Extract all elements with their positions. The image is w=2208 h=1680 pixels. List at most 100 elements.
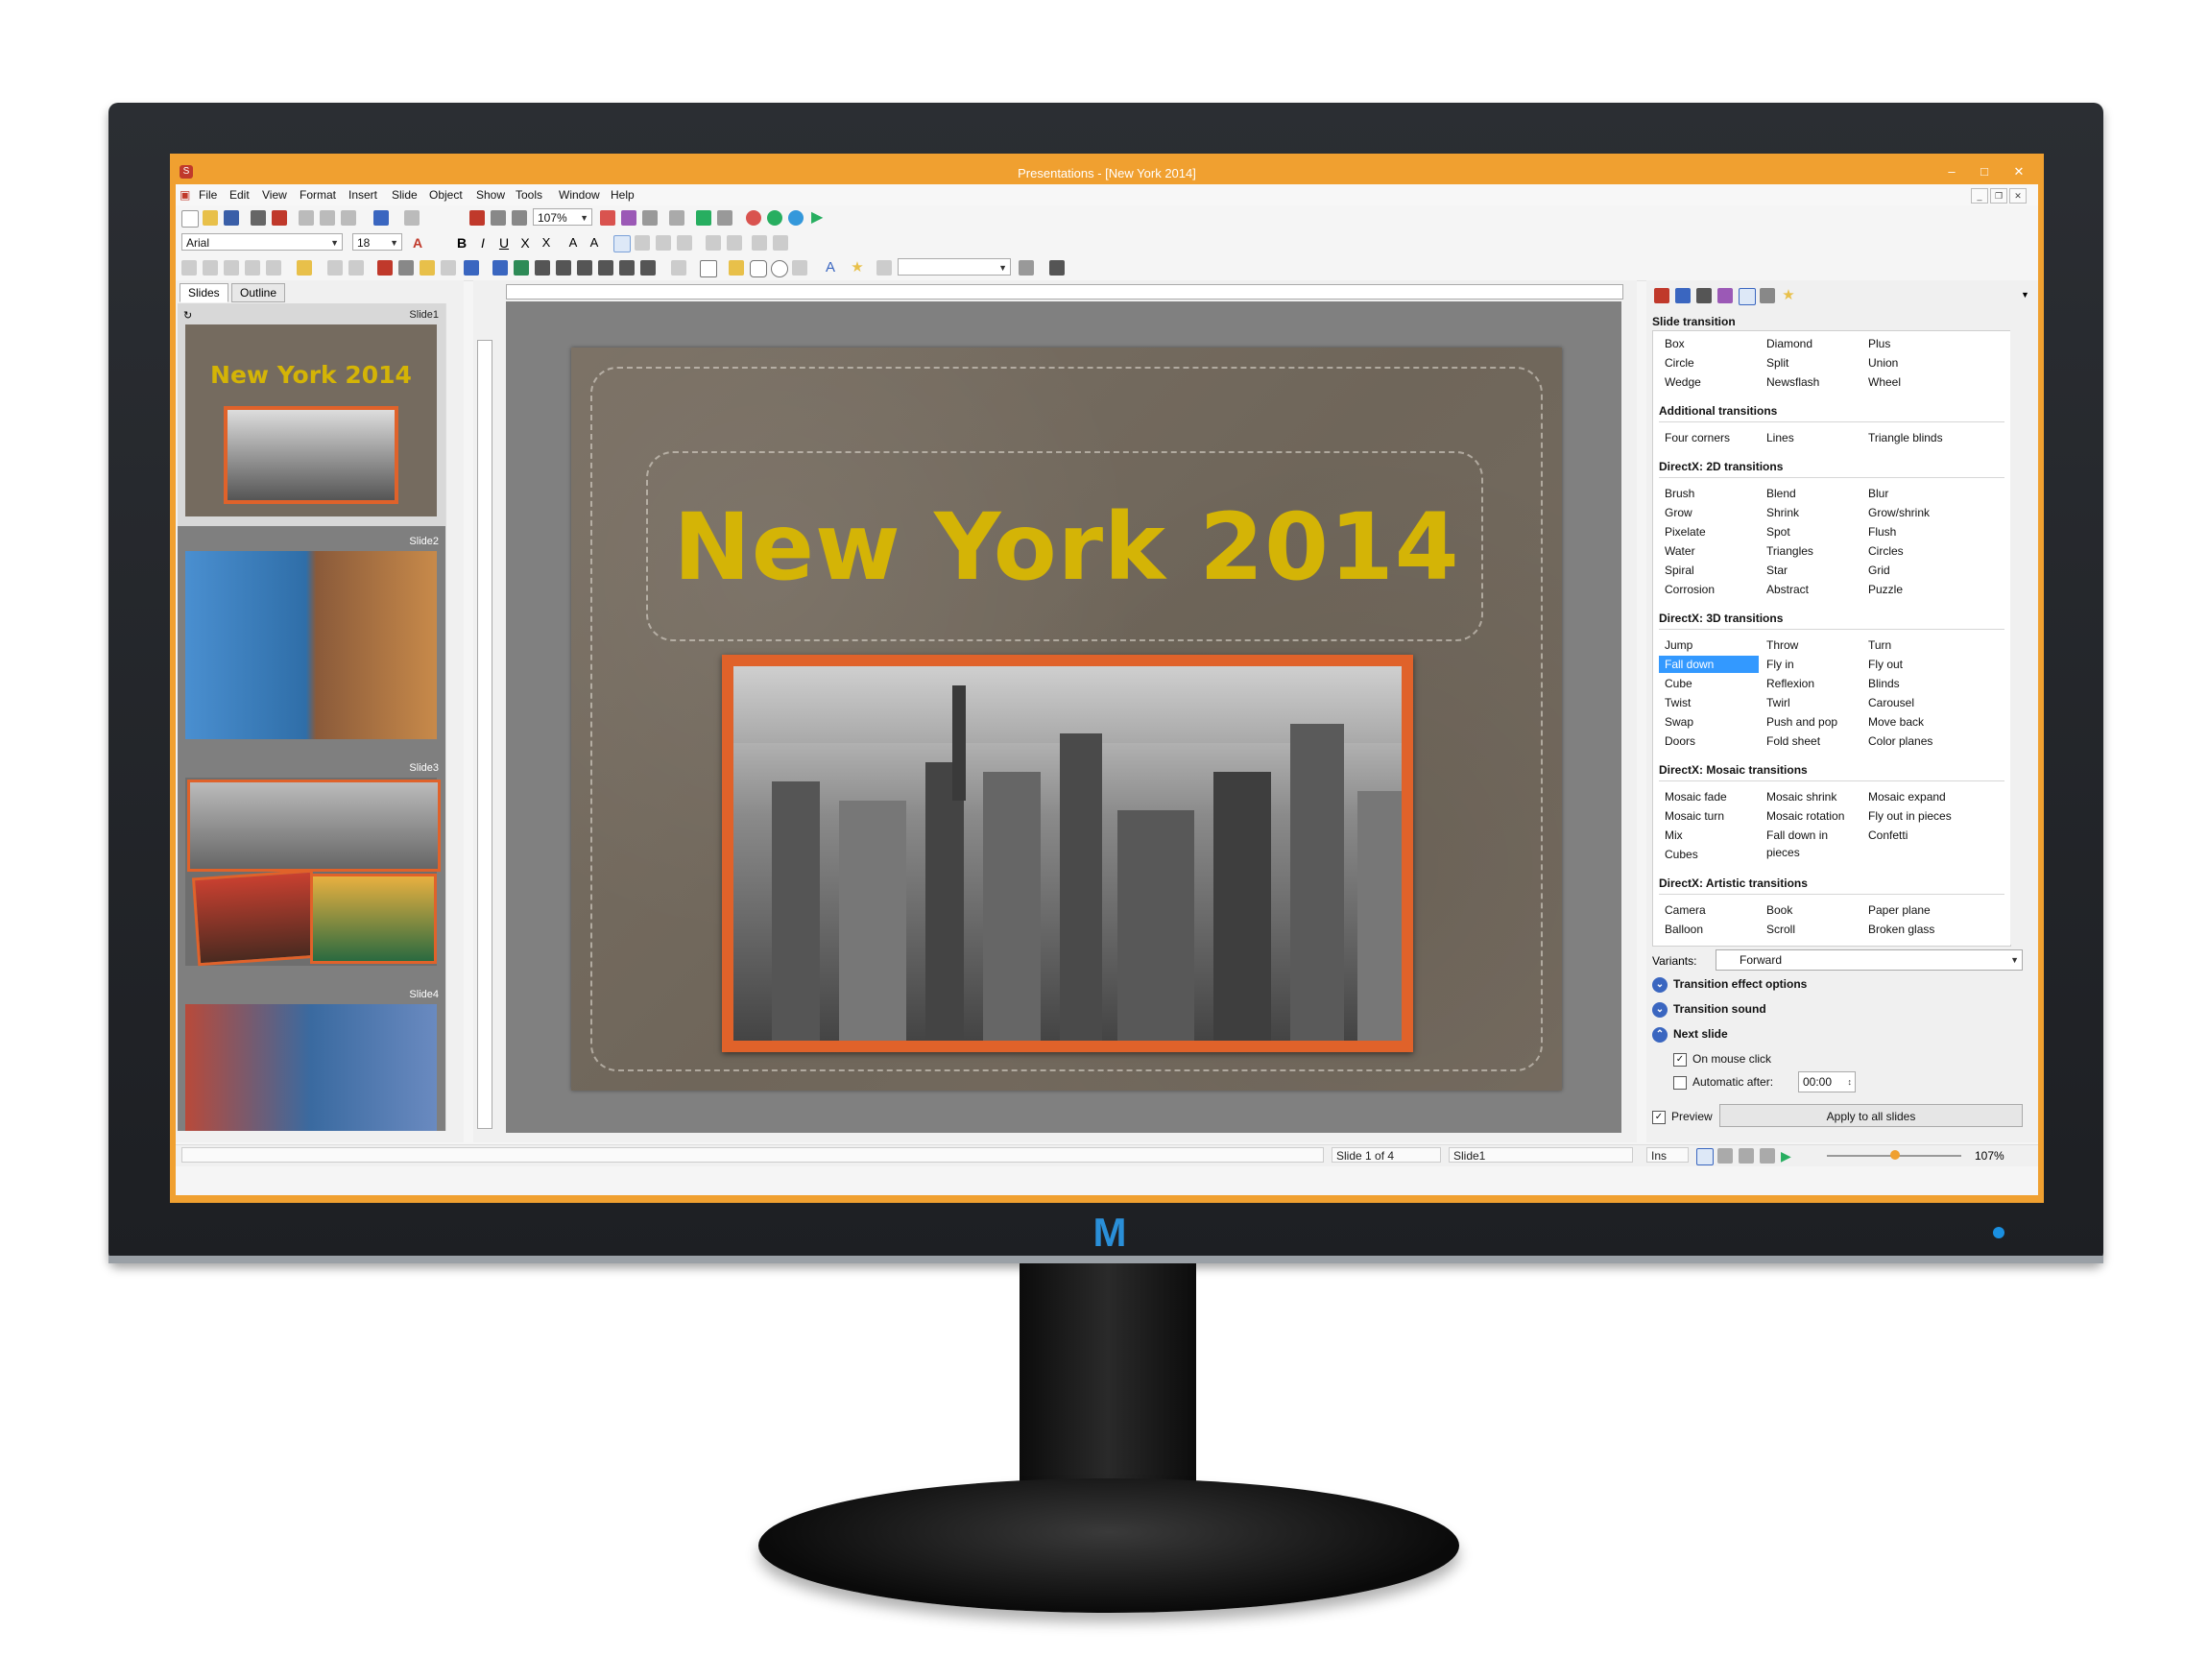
- transition-item[interactable]: Twirl: [1761, 694, 1860, 711]
- transition-item[interactable]: Split: [1761, 354, 1860, 372]
- play-icon[interactable]: ▶: [811, 210, 827, 226]
- menu-window[interactable]: Window: [559, 188, 600, 202]
- spellcheck-icon[interactable]: [696, 210, 711, 226]
- menu-insert[interactable]: Insert: [348, 188, 377, 202]
- record-icon[interactable]: [767, 210, 782, 226]
- transition-item[interactable]: Puzzle: [1862, 581, 2006, 598]
- menu-file[interactable]: File: [199, 188, 217, 202]
- minimize-button[interactable]: –: [1938, 163, 1965, 180]
- sidebar-transition-icon[interactable]: [1739, 288, 1756, 305]
- editor-scrollbar[interactable]: [1623, 301, 1637, 1133]
- transition-item[interactable]: Triangles: [1761, 542, 1860, 560]
- transition-item[interactable]: Flush: [1862, 523, 2006, 540]
- callout-icon[interactable]: [729, 260, 744, 276]
- vertical-ruler[interactable]: [477, 340, 492, 1129]
- transition-item[interactable]: Lines: [1761, 429, 1860, 446]
- current-slide[interactable]: New York 2014: [571, 348, 1562, 1091]
- textart-icon[interactable]: A: [823, 260, 838, 276]
- star-icon[interactable]: ★: [850, 260, 865, 276]
- distribute-icon[interactable]: [640, 260, 656, 276]
- stop-icon[interactable]: [746, 210, 761, 226]
- rectangle-icon[interactable]: [700, 260, 717, 277]
- group-icon[interactable]: [535, 260, 550, 276]
- transition-item[interactable]: Paper plane: [1862, 901, 2006, 919]
- transition-effect-options-section[interactable]: ⌄ Transition effect options: [1652, 977, 1807, 993]
- transition-item[interactable]: Union: [1862, 354, 2006, 372]
- transition-item[interactable]: Swap: [1659, 713, 1759, 731]
- transition-item[interactable]: Balloon: [1659, 921, 1759, 938]
- underline-icon[interactable]: U: [496, 235, 512, 251]
- align-left-icon[interactable]: [613, 235, 631, 252]
- sidebar-slide-layout-icon[interactable]: [1654, 288, 1669, 303]
- transition-item[interactable]: Cube: [1659, 675, 1759, 692]
- play-slideshow-icon[interactable]: ▶: [1781, 1148, 1796, 1164]
- transition-item[interactable]: Shrink: [1761, 504, 1860, 521]
- mdi-minimize-button[interactable]: _: [1971, 188, 1988, 204]
- transition-item[interactable]: Newsflash: [1761, 373, 1860, 391]
- transition-item[interactable]: Box: [1659, 335, 1759, 352]
- transition-item[interactable]: Pixelate: [1659, 523, 1759, 540]
- grow-font-icon[interactable]: A: [565, 235, 581, 251]
- menu-format[interactable]: Format: [300, 188, 336, 202]
- picture-icon[interactable]: [621, 210, 636, 226]
- save-object-icon[interactable]: [492, 260, 508, 276]
- grid-icon[interactable]: [464, 260, 479, 276]
- menu-edit[interactable]: Edit: [229, 188, 250, 202]
- transition-item[interactable]: Spiral: [1659, 562, 1759, 579]
- transition-item[interactable]: Mosaic turn: [1659, 807, 1759, 825]
- transition-item[interactable]: Mix: [1659, 827, 1759, 844]
- normal-view-icon[interactable]: [1696, 1148, 1714, 1165]
- transition-item[interactable]: Confetti: [1862, 827, 2006, 844]
- tab-outline[interactable]: Outline: [231, 283, 286, 302]
- sidebar-animation-icon[interactable]: [1760, 288, 1775, 303]
- master-icon[interactable]: [1049, 260, 1065, 276]
- transition-item[interactable]: Jump: [1659, 636, 1759, 654]
- sidebar-menu-chevron-icon[interactable]: ▼: [2021, 290, 2029, 300]
- sidebar-design-icon[interactable]: [1675, 288, 1691, 303]
- frame-icon[interactable]: [398, 260, 414, 276]
- transition-item[interactable]: Wheel: [1862, 373, 2006, 391]
- slide-sorter-icon[interactable]: [1717, 1148, 1733, 1164]
- pointer-icon[interactable]: [181, 260, 197, 276]
- horizontal-ruler[interactable]: [506, 284, 1623, 300]
- print-icon[interactable]: [251, 210, 266, 226]
- folder-icon[interactable]: [420, 260, 435, 276]
- italic-icon[interactable]: I: [475, 235, 491, 251]
- sidebar-colors-icon[interactable]: [1717, 288, 1733, 303]
- globe-icon[interactable]: [788, 210, 804, 226]
- justify-icon[interactable]: [677, 235, 692, 251]
- automatic-time-input[interactable]: 00:00 ↕: [1798, 1071, 1856, 1092]
- zoom-icon[interactable]: [491, 210, 506, 226]
- transition-item[interactable]: Triangle blinds: [1862, 429, 2006, 446]
- menu-slide[interactable]: Slide: [392, 188, 418, 202]
- transition-item[interactable]: Four corners: [1659, 429, 1759, 446]
- undo-icon[interactable]: [373, 210, 389, 226]
- sidebar-background-icon[interactable]: [1696, 288, 1712, 303]
- thumbnail-slide-2[interactable]: [185, 551, 437, 739]
- new-icon[interactable]: [181, 210, 199, 228]
- search-icon[interactable]: [512, 210, 527, 226]
- photo-frame[interactable]: [722, 655, 1413, 1052]
- preview-checkbox[interactable]: ✓ Preview: [1652, 1110, 1713, 1124]
- variants-select[interactable]: Forward ▼: [1716, 949, 2023, 971]
- transition-item[interactable]: Color planes: [1862, 732, 2006, 750]
- maximize-button[interactable]: □: [1971, 163, 1998, 180]
- outline-view-icon[interactable]: [1739, 1148, 1754, 1164]
- menu-help[interactable]: Help: [611, 188, 635, 202]
- ellipse-icon[interactable]: [771, 260, 788, 277]
- arrow-icon[interactable]: [224, 260, 239, 276]
- menu-object[interactable]: Object: [429, 188, 463, 202]
- transition-item[interactable]: Grid: [1862, 562, 2006, 579]
- transition-item[interactable]: Broken glass: [1862, 921, 2006, 938]
- transition-item[interactable]: Fly in: [1761, 656, 1860, 673]
- ungroup-icon[interactable]: [556, 260, 571, 276]
- bold-icon[interactable]: B: [454, 235, 469, 251]
- transition-item[interactable]: Wedge: [1659, 373, 1759, 391]
- transition-item[interactable]: Doors: [1659, 732, 1759, 750]
- align-center-icon[interactable]: [635, 235, 650, 251]
- transition-item[interactable]: Push and pop: [1761, 713, 1860, 731]
- apply-to-all-slides-button[interactable]: Apply to all slides: [1719, 1104, 2023, 1127]
- mdi-restore-button[interactable]: ❐: [1990, 188, 2007, 204]
- transition-item[interactable]: Blend: [1761, 485, 1860, 502]
- transition-item[interactable]: Plus: [1862, 335, 2006, 352]
